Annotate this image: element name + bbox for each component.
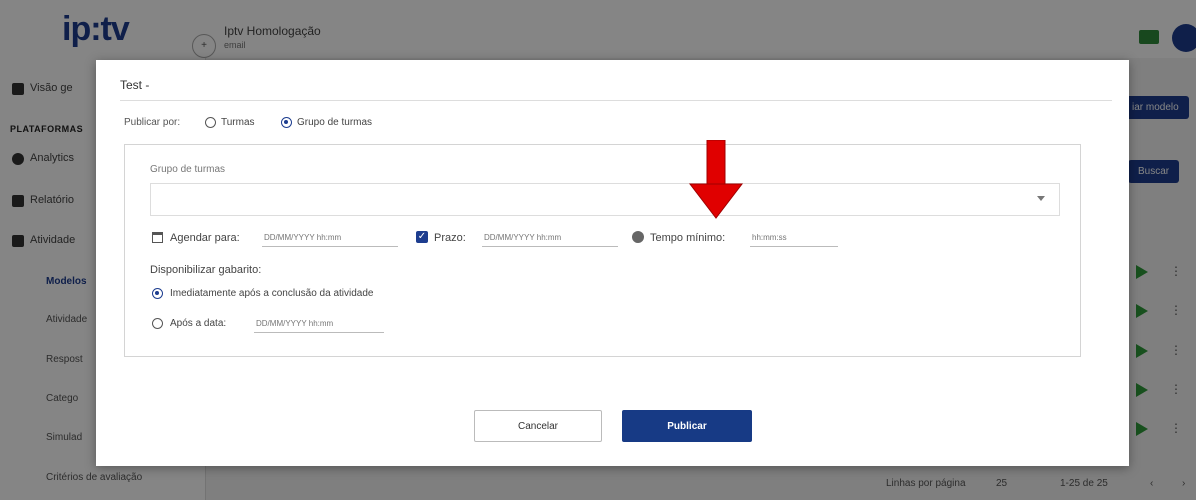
deadline-input[interactable] <box>482 229 618 247</box>
radio-after-date-label[interactable]: Após a data: <box>170 318 226 329</box>
min-time-input[interactable] <box>750 229 838 247</box>
radio-turmas-label[interactable]: Turmas <box>221 117 255 128</box>
modal-title: Test - <box>120 78 150 92</box>
clock-icon <box>632 231 644 243</box>
radio-immediately[interactable] <box>152 288 163 299</box>
calendar-icon <box>152 232 163 243</box>
cancel-button[interactable]: Cancelar <box>474 410 602 442</box>
radio-immediately-label[interactable]: Imediatamente após a conclusão da ativid… <box>170 288 373 299</box>
deadline-label: Prazo: <box>434 232 466 244</box>
title-divider <box>120 100 1112 101</box>
red-annotation-arrow-icon <box>688 140 744 219</box>
group-field-label: Grupo de turmas <box>150 164 226 175</box>
radio-grupo-de-turmas[interactable] <box>281 117 292 128</box>
radio-turmas[interactable] <box>205 117 216 128</box>
radio-after-date[interactable] <box>152 318 163 329</box>
chevron-down-icon[interactable] <box>1037 196 1045 201</box>
after-date-input[interactable] <box>254 315 384 333</box>
publish-button[interactable]: Publicar <box>622 410 752 442</box>
answer-key-label: Disponibilizar gabarito: <box>150 264 262 276</box>
publish-modal: Test - Publicar por: Turmas Grupo de tur… <box>96 60 1129 466</box>
schedule-input[interactable] <box>262 229 398 247</box>
group-select[interactable] <box>150 183 1060 216</box>
min-time-label: Tempo mínimo: <box>650 232 726 244</box>
schedule-label: Agendar para: <box>170 232 240 244</box>
radio-grupo-de-turmas-label[interactable]: Grupo de turmas <box>297 117 372 128</box>
publish-by-label: Publicar por: <box>124 117 181 128</box>
deadline-checkbox[interactable]: ✓ <box>416 231 428 243</box>
